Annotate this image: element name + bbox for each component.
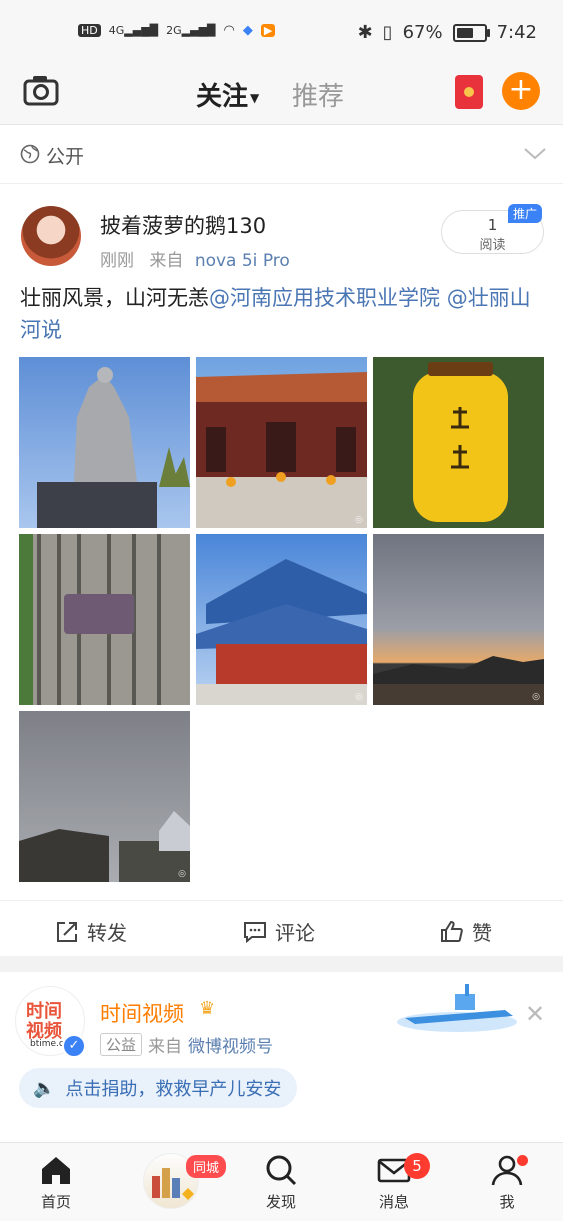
thumbs-up-icon: [441, 920, 463, 942]
temple-photo-graphic: [196, 372, 367, 528]
like-label: 赞: [472, 921, 492, 945]
tab-home-label: 首页: [40, 1193, 71, 1211]
battery-icon: [452, 23, 490, 42]
post-text-plain: 壮丽风景，山河无恙: [20, 286, 209, 310]
comment-button[interactable]: 评论: [243, 917, 315, 946]
pavilion-photo-graphic: [196, 559, 367, 705]
camera-icon[interactable]: [22, 74, 60, 108]
signal-2g-label: 2G: [166, 24, 182, 37]
status-right-group: ✱ ▯ 67% 7:42: [358, 22, 537, 43]
donate-button[interactable]: 🔈 点击捐助，救救早产儿安安: [19, 1068, 298, 1108]
comment-label: 评论: [275, 921, 315, 945]
repost-icon: [57, 921, 77, 942]
charity-tag: 公益: [100, 1033, 143, 1056]
chevron-down-icon[interactable]: [523, 143, 547, 163]
mention-link[interactable]: @河南应用技术职业学院: [209, 286, 440, 310]
tab-discover[interactable]: 发现: [241, 1153, 321, 1212]
status-indicators: HD 4G▂▄▆█ 2G▂▄▆█ ◠ ◆ ▶: [78, 23, 276, 38]
ship-illustration-icon: [397, 984, 517, 1032]
tab-home[interactable]: 首页: [16, 1153, 96, 1212]
battery-fill: [456, 27, 473, 38]
statue-photo-graphic: [37, 367, 190, 528]
tab-follow-label: 关注: [196, 82, 249, 112]
chevron-down-icon: ▼: [250, 90, 260, 105]
city-badge[interactable]: 同城: [186, 1155, 227, 1178]
post2-source[interactable]: 微博视频号: [188, 1032, 273, 1057]
status-bar: HD 4G▂▄▆█ 2G▂▄▆█ ◠ ◆ ▶ ✱ ▯ 67% 7:42: [0, 0, 563, 64]
watermark: ◎: [178, 869, 186, 879]
tree-photo-graphic: [19, 534, 190, 705]
close-icon[interactable]: ✕: [525, 1000, 545, 1028]
post-username[interactable]: 披着菠萝的鹅130: [100, 210, 266, 240]
post2-meta: 公益 来自 微博视频号: [100, 1032, 273, 1057]
wifi-icon: ◠: [223, 23, 235, 38]
verified-icon: ✓: [62, 1034, 86, 1058]
comment-icon: [244, 921, 266, 943]
bottom-tab-bar: 首页 同城 发现 消息 5 我: [0, 1142, 563, 1221]
signal-4g-icon: 4G▂▄▆█: [108, 24, 159, 37]
avatar[interactable]: [21, 206, 81, 266]
post-actions: 转发 评论 赞: [0, 900, 563, 957]
search-icon: [266, 1155, 297, 1186]
lantern-photo-graphic: [373, 357, 544, 528]
signal-4g-label: 4G: [108, 24, 125, 37]
home-icon: [42, 1157, 70, 1184]
tab-me[interactable]: 我: [467, 1153, 547, 1212]
add-post-button[interactable]: +: [502, 72, 540, 110]
post-text: 壮丽风景，山河无恙@河南应用技术职业学院 @壮丽山河说: [20, 282, 545, 346]
photo-sunset[interactable]: ◎: [373, 534, 544, 705]
visibility-selector[interactable]: 公开: [0, 125, 563, 184]
buildings-photo-graphic: [19, 811, 190, 882]
photo-pavilion[interactable]: ◎: [196, 534, 367, 705]
crown-icon: ♛: [199, 998, 216, 1019]
donate-label: 点击捐助，救救早产儿安安: [65, 1079, 282, 1100]
photo-buildings[interactable]: ◎: [19, 711, 190, 882]
post-meta: 刚刚 来自 nova 5i Pro: [100, 246, 290, 271]
source-prefix: 来自: [148, 1037, 183, 1057]
tab-messages-label: 消息: [378, 1193, 409, 1211]
watermark: ◎: [532, 692, 540, 702]
repost-label: 转发: [87, 921, 127, 945]
post2-username[interactable]: 时间视频: [100, 998, 184, 1028]
sunset-photo-graphic: [373, 656, 544, 705]
tab-discover-label: 发现: [265, 1193, 296, 1211]
bluetooth-icon: ✱: [357, 22, 373, 43]
shield-icon: ◆: [242, 23, 253, 38]
avatar-domain: btime.c: [30, 1039, 64, 1049]
repost-button[interactable]: 转发: [55, 917, 127, 946]
red-packet-icon[interactable]: [455, 75, 483, 109]
top-nav: 关注 ▼ 推荐 +: [0, 64, 563, 125]
vibrate-icon: ▯: [382, 22, 393, 43]
photo-temple[interactable]: ◎: [196, 357, 367, 528]
watermark: ◎: [355, 692, 363, 702]
visibility-label: 公开: [46, 146, 85, 168]
photo-lantern[interactable]: [373, 357, 544, 528]
like-button[interactable]: 赞: [440, 917, 492, 946]
watermark: ◎: [355, 515, 363, 525]
tab-recommend[interactable]: 推荐: [292, 76, 344, 113]
promo-tag[interactable]: 推广: [508, 204, 543, 223]
tab-me-label: 我: [499, 1193, 515, 1211]
hd-indicator: HD: [78, 24, 101, 37]
globe-icon: [20, 144, 40, 164]
read-label: 阅读: [479, 238, 506, 253]
post-card: 披着菠萝的鹅130 刚刚 来自 nova 5i Pro 1 阅读 推广 壮丽风景…: [0, 184, 563, 956]
messages-badge: 5: [404, 1153, 430, 1179]
notification-dot: [517, 1155, 528, 1166]
source-prefix: 来自: [149, 251, 184, 271]
clock: 7:42: [496, 22, 537, 43]
signal-2g-icon: 2G▂▄▆█: [166, 24, 216, 37]
post-time: 刚刚: [100, 251, 134, 271]
battery-percent: 67%: [402, 22, 443, 43]
tab-follow[interactable]: 关注 ▼: [196, 76, 260, 114]
speaker-icon: 🔈: [33, 1077, 56, 1099]
app-notification-icon: ▶: [260, 24, 276, 37]
photo-tree-sign[interactable]: [19, 534, 190, 705]
photo-statue[interactable]: [19, 357, 190, 528]
post-device[interactable]: nova 5i Pro: [195, 251, 290, 271]
